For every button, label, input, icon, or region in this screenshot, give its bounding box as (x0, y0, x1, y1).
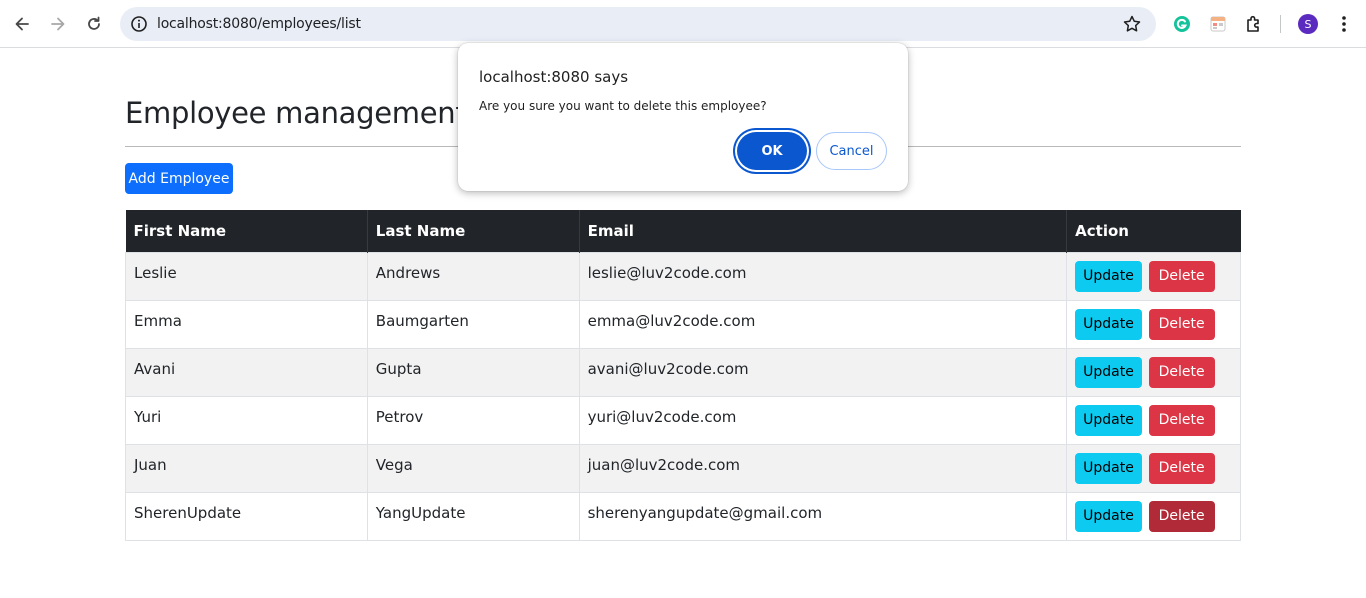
cancel-button[interactable]: Cancel (816, 132, 887, 170)
table-header-row: First Name Last Name Email Action (125, 210, 1241, 252)
last-name-text: Petrov (375, 408, 424, 426)
cell-email: juan@luv2code.com (578, 443, 1068, 493)
delete-button[interactable]: Delete (1148, 260, 1215, 292)
avatar[interactable]: S (1298, 14, 1318, 34)
delete-button[interactable]: Delete (1148, 308, 1215, 340)
cell-last-name: Petrov (366, 395, 580, 445)
cell-last-name: Gupta (366, 347, 580, 397)
dialog-title: localhost:8080 says (479, 68, 629, 86)
grammarly-icon[interactable] (1170, 12, 1194, 36)
cell-email: sherenyangupdate@gmail.com (578, 491, 1068, 541)
add-employee-button[interactable]: Add Employee (125, 163, 233, 194)
header-first-name: First Name (125, 210, 368, 252)
cell-email: emma@luv2code.com (578, 299, 1068, 349)
table-row: Leslie Andrews leslie@luv2code.com Updat… (125, 251, 1241, 301)
extension-icon[interactable] (1206, 12, 1230, 36)
header-last-name: Last Name (367, 210, 580, 252)
bookmark-star-icon[interactable] (1122, 14, 1142, 34)
table-row: Avani Gupta avani@luv2code.com Update De… (125, 347, 1241, 397)
email-text: sherenyangupdate@gmail.com (587, 504, 823, 522)
update-button[interactable]: Update (1075, 260, 1142, 292)
employee-table: First Name Last Name Email Action Leslie… (125, 210, 1241, 541)
cell-last-name: Vega (366, 443, 580, 493)
address-bar[interactable]: localhost:8080/employees/list (120, 7, 1156, 41)
forward-icon[interactable] (44, 10, 72, 38)
table-row: SherenUpdate YangUpdate sherenyangupdate… (125, 491, 1241, 541)
email-text: emma@luv2code.com (587, 312, 756, 330)
last-name-text: Baumgarten (375, 312, 469, 330)
cell-action: Update Delete (1066, 347, 1241, 397)
cell-last-name: Baumgarten (366, 299, 580, 349)
browser-toolbar: localhost:8080/employees/list S (0, 0, 1366, 48)
email-text: yuri@luv2code.com (587, 408, 737, 426)
cell-first-name: Emma (125, 299, 368, 349)
cell-action: Update Delete (1066, 299, 1241, 349)
reload-icon[interactable] (80, 10, 108, 38)
table-row: Juan Vega juan@luv2code.com Update Delet… (125, 443, 1241, 493)
cell-first-name: Avani (125, 347, 368, 397)
last-name-text: YangUpdate (375, 504, 466, 522)
cell-email: avani@luv2code.com (578, 347, 1068, 397)
first-name-text: Juan (134, 456, 167, 474)
cell-first-name: Leslie (125, 251, 368, 301)
cell-first-name: Juan (125, 443, 368, 493)
last-name-text: Andrews (375, 264, 441, 282)
cell-action: Update Delete (1066, 443, 1241, 493)
cell-last-name: YangUpdate (366, 491, 580, 541)
email-text: avani@luv2code.com (587, 360, 749, 378)
table-row: Yuri Petrov yuri@luv2code.com Update Del… (125, 395, 1241, 445)
delete-button[interactable]: Delete (1148, 500, 1215, 532)
puzzle-icon[interactable] (1242, 12, 1266, 36)
first-name-text: Avani (134, 360, 176, 378)
page-title: Employee management (125, 96, 467, 130)
delete-button[interactable]: Delete (1148, 404, 1215, 436)
cell-last-name: Andrews (366, 251, 580, 301)
update-button[interactable]: Update (1075, 356, 1142, 388)
cell-action: Update Delete (1066, 251, 1241, 301)
toolbar-separator (1280, 15, 1281, 33)
email-text: juan@luv2code.com (587, 456, 741, 474)
update-button[interactable]: Update (1075, 500, 1142, 532)
first-name-text: Leslie (134, 264, 177, 282)
update-button[interactable]: Update (1075, 404, 1142, 436)
menu-kebab-icon[interactable] (1334, 12, 1354, 36)
cell-first-name: Yuri (125, 395, 368, 445)
first-name-text: SherenUpdate (134, 504, 242, 522)
confirm-dialog: localhost:8080 says Are you sure you wan… (458, 43, 908, 191)
delete-button[interactable]: Delete (1148, 452, 1215, 484)
update-button[interactable]: Update (1075, 308, 1142, 340)
update-button[interactable]: Update (1075, 452, 1142, 484)
back-icon[interactable] (8, 10, 36, 38)
last-name-text: Gupta (375, 360, 422, 378)
dialog-message: Are you sure you want to delete this emp… (479, 99, 767, 113)
cell-first-name: SherenUpdate (125, 491, 368, 541)
first-name-text: Emma (134, 312, 182, 330)
header-email: Email (579, 210, 1068, 252)
table-row: Emma Baumgarten emma@luv2code.com Update… (125, 299, 1241, 349)
site-info-icon[interactable] (130, 15, 148, 33)
header-action: Action (1066, 210, 1241, 252)
url-text[interactable]: localhost:8080/employees/list (157, 16, 361, 32)
email-text: leslie@luv2code.com (587, 264, 747, 282)
delete-button[interactable]: Delete (1148, 356, 1215, 388)
cell-email: yuri@luv2code.com (578, 395, 1068, 445)
cell-action: Update Delete (1066, 395, 1241, 445)
cell-email: leslie@luv2code.com (578, 251, 1068, 301)
cell-action: Update Delete (1066, 491, 1241, 541)
ok-button[interactable]: OK (737, 132, 807, 170)
first-name-text: Yuri (134, 408, 162, 426)
last-name-text: Vega (375, 456, 413, 474)
